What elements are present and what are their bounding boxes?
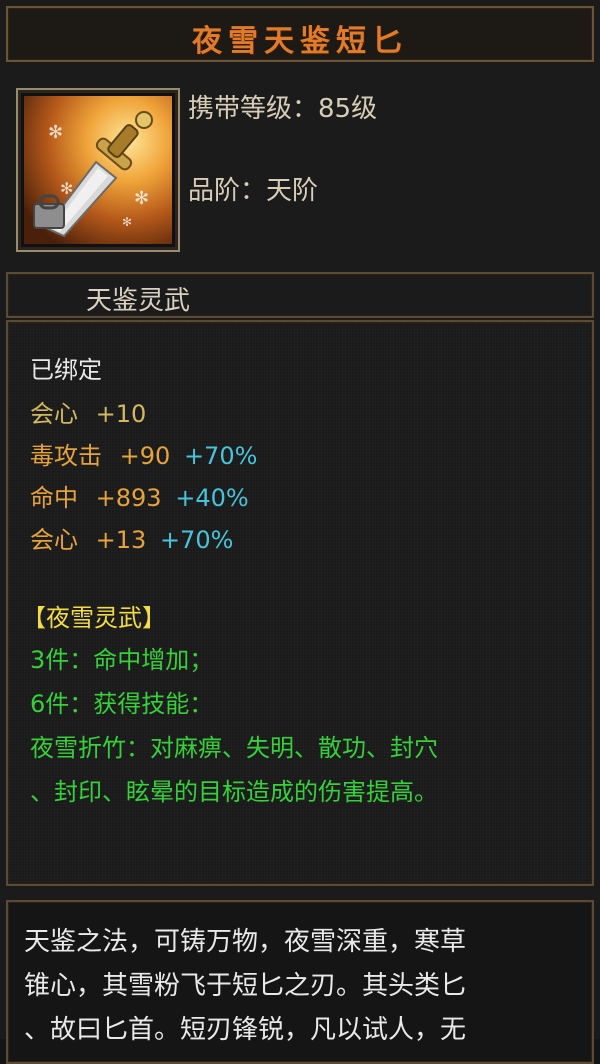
stat-name: 命中	[30, 484, 78, 512]
tier-label: 品阶：	[188, 176, 267, 206]
description-line: 、故曰匕首。短刃锋锐，凡以试人，无	[24, 1015, 467, 1045]
set-name: 【夜雪灵武】	[22, 604, 166, 632]
set-bonus-6: 6件：获得技能：	[30, 690, 214, 718]
description-line: 天鉴之法，可铸万物，夜雪深重，寒草	[24, 927, 467, 957]
stat-value: +90	[119, 442, 171, 470]
stat-percent: +40%	[175, 484, 249, 512]
item-type-bar: 天鉴灵武	[6, 272, 594, 318]
stat-percent: +70%	[159, 526, 234, 554]
level-row: 携带等级：85级	[188, 88, 377, 125]
item-tooltip: 夜雪天鉴短匕 ✻ ✻ ✻ ✻ 携带等级：85级 品阶：天阶 天鉴灵武 已绑定 会…	[0, 0, 600, 1064]
svg-text:✻: ✻	[48, 122, 63, 143]
stat-percent: +70%	[183, 442, 258, 470]
level-value: 85级	[318, 94, 378, 124]
description-line: 锥心，其雪粉飞于短匕之刃。其头类匕	[24, 971, 467, 1001]
item-title: 夜雪天鉴短匕	[192, 24, 408, 59]
svg-text:✻: ✻	[122, 215, 132, 229]
tier-row: 品阶：天阶	[188, 170, 318, 207]
stat-line: 命中 +893 +40%	[30, 478, 249, 513]
item-icon-frame: ✻ ✻ ✻ ✻	[16, 88, 180, 252]
set-skill-line-2: 、封印、眩晕的目标造成的伤害提高。	[30, 778, 438, 806]
svg-text:✻: ✻	[134, 188, 149, 209]
set-skill-line-1: 夜雪折竹：对麻痹、失明、散功、封穴	[30, 734, 438, 762]
bound-status: 已绑定	[30, 356, 102, 384]
stat-line: 会心 +13 +70%	[30, 520, 233, 555]
stat-value: +10	[95, 400, 147, 428]
stat-line: 毒攻击 +90 +70%	[30, 436, 257, 471]
item-type: 天鉴灵武	[86, 286, 191, 316]
stat-line: 会心 +10	[30, 394, 146, 429]
stats-panel: 已绑定 会心 +10 毒攻击 +90 +70% 命中 +893 +40% 会心 …	[6, 320, 594, 886]
stat-name: 会心	[30, 400, 78, 428]
level-label: 携带等级：	[188, 94, 319, 124]
description-text: 天鉴之法，可铸万物，夜雪深重，寒草 锥心，其雪粉飞于短匕之刃。其头类匕 、故曰匕…	[24, 920, 584, 1052]
stat-value: +13	[95, 526, 147, 554]
stat-name: 毒攻击	[30, 442, 102, 470]
stat-name: 会心	[30, 526, 78, 554]
set-bonus-3: 3件：命中增加；	[30, 646, 214, 674]
dagger-icon: ✻ ✻ ✻ ✻	[24, 96, 172, 244]
stat-value: +893	[95, 484, 162, 512]
title-bar: 夜雪天鉴短匕	[6, 6, 594, 62]
tier-value: 天阶	[266, 176, 319, 206]
description-panel: 天鉴之法，可铸万物，夜雪深重，寒草 锥心，其雪粉飞于短匕之刃。其头类匕 、故曰匕…	[6, 900, 594, 1064]
